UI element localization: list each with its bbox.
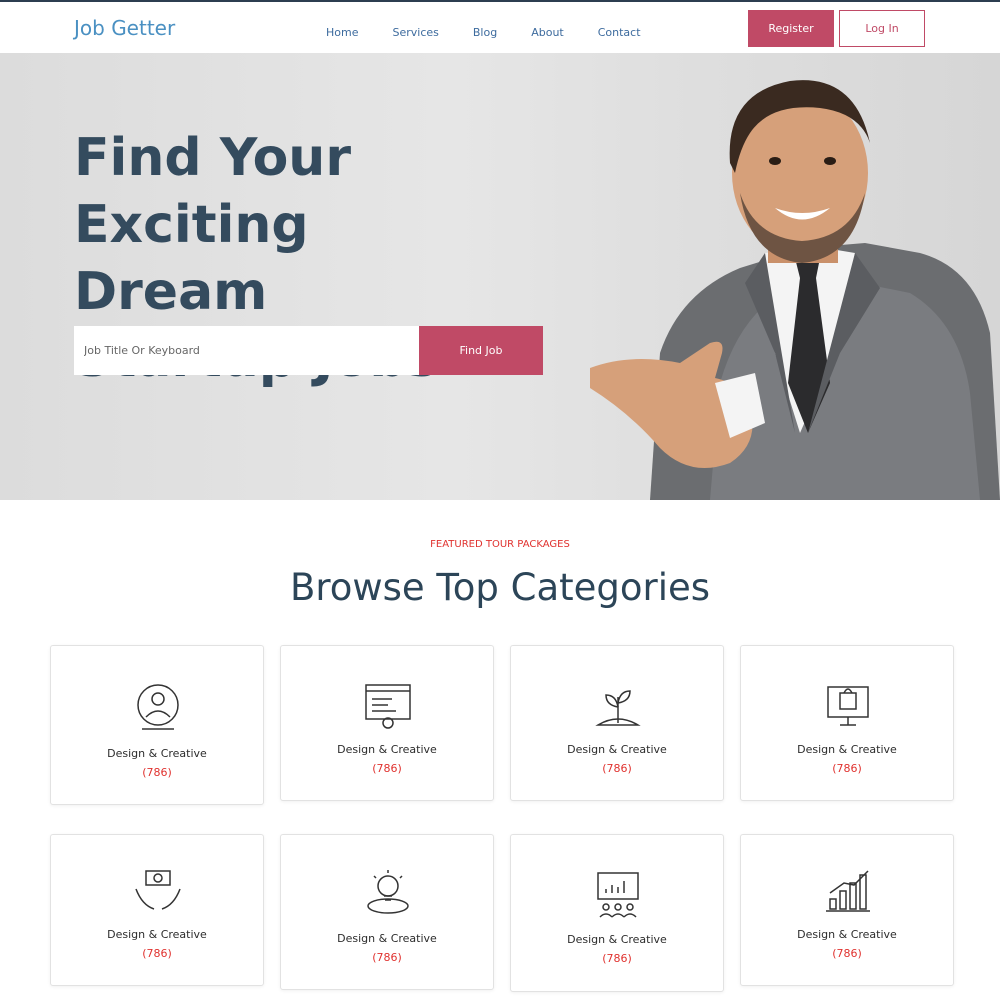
category-card[interactable]: Design & Creative (786)	[740, 645, 954, 801]
section-title: Browse Top Categories	[289, 566, 711, 609]
category-count: (786)	[832, 947, 862, 960]
nav-contact[interactable]: Contact	[598, 26, 641, 39]
category-label: Design & Creative	[567, 743, 667, 756]
register-button[interactable]: Register	[748, 10, 834, 47]
category-card[interactable]: Design & Creative (786)	[510, 645, 724, 801]
find-job-button[interactable]: Find Job	[419, 326, 543, 375]
idea-bulb-icon	[367, 870, 409, 914]
category-label: Design & Creative	[337, 932, 437, 945]
presentation-icon	[597, 872, 639, 918]
hero-title-line-1: Find Your Exciting	[74, 128, 351, 255]
job-search-input[interactable]	[74, 326, 420, 375]
logo[interactable]: Job Getter	[74, 16, 175, 40]
hero-banner: Find Your Exciting Dream Startup Jobs Fi…	[0, 53, 1000, 500]
category-card[interactable]: Design & Creative (786)	[50, 645, 264, 805]
category-count: (786)	[602, 952, 632, 965]
category-card[interactable]: Design & Creative (786)	[510, 834, 724, 992]
category-label: Design & Creative	[797, 928, 897, 941]
hero-title-line-2: Dream	[74, 262, 268, 322]
category-label: Design & Creative	[797, 743, 897, 756]
main-nav: Home Services Blog About Contact	[326, 26, 675, 39]
category-card[interactable]: Design & Creative (786)	[740, 834, 954, 986]
section-eyebrow: FEATURED TOUR PACKAGES	[430, 539, 570, 550]
businessman-image	[590, 80, 1000, 500]
category-count: (786)	[372, 762, 402, 775]
money-hands-icon	[135, 870, 181, 910]
header: Job Getter Home Services Blog About Cont…	[0, 0, 1000, 53]
nav-services[interactable]: Services	[392, 26, 438, 39]
category-count: (786)	[602, 762, 632, 775]
category-count: (786)	[142, 766, 172, 779]
nav-about[interactable]: About	[531, 26, 564, 39]
category-card[interactable]: Design & Creative (786)	[280, 645, 494, 801]
nav-blog[interactable]: Blog	[473, 26, 497, 39]
category-card[interactable]: Design & Creative (786)	[50, 834, 264, 986]
category-label: Design & Creative	[337, 743, 437, 756]
category-label: Design & Creative	[567, 933, 667, 946]
login-button[interactable]: Log In	[839, 10, 925, 47]
category-count: (786)	[372, 951, 402, 964]
category-card[interactable]: Design & Creative (786)	[280, 834, 494, 990]
plant-growth-icon	[595, 690, 641, 726]
code-window-gear-icon	[365, 684, 411, 729]
category-label: Design & Creative	[107, 747, 207, 760]
category-count: (786)	[142, 947, 172, 960]
category-count: (786)	[832, 762, 862, 775]
user-monitor-icon	[137, 684, 179, 730]
shopping-monitor-icon	[827, 686, 869, 726]
category-label: Design & Creative	[107, 928, 207, 941]
bar-chart-growth-icon	[826, 870, 870, 912]
nav-home[interactable]: Home	[326, 26, 358, 39]
